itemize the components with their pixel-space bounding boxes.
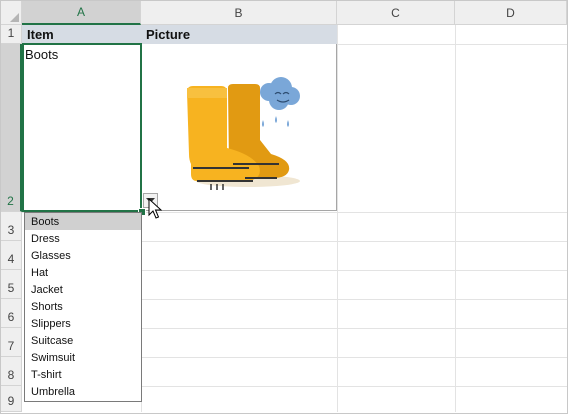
gridline-horizontal xyxy=(142,328,567,329)
cell-a1-item-header[interactable]: Item xyxy=(22,25,141,44)
dropdown-option[interactable]: Glasses xyxy=(25,247,141,264)
row-header-8[interactable]: 8 xyxy=(1,357,22,386)
dropdown-option[interactable]: Swimsuit xyxy=(25,349,141,366)
row-header-2[interactable]: 2 xyxy=(1,44,22,212)
row-header-9[interactable]: 9 xyxy=(1,386,22,412)
column-header-a[interactable]: A xyxy=(22,1,141,25)
gridline-horizontal xyxy=(142,357,567,358)
row-header-7[interactable]: 7 xyxy=(1,328,22,357)
column-header-c[interactable]: C xyxy=(337,1,455,25)
dropdown-option[interactable]: T-shirt xyxy=(25,366,141,383)
dropdown-option[interactable]: Boots xyxy=(25,213,141,230)
column-header-d[interactable]: D xyxy=(455,1,567,25)
cell-a2-value: Boots xyxy=(25,47,59,62)
cell-a2-active[interactable] xyxy=(22,43,142,212)
gridline-horizontal xyxy=(142,299,567,300)
boots-picture xyxy=(187,77,300,190)
column-header-b[interactable]: B xyxy=(141,1,337,25)
gridline-vertical xyxy=(455,25,456,412)
cell-b2-picture[interactable] xyxy=(141,44,337,211)
select-all-triangle xyxy=(10,13,19,22)
dropdown-option[interactable]: Shorts xyxy=(25,298,141,315)
row-header-4[interactable]: 4 xyxy=(1,241,22,270)
dropdown-option[interactable]: Suitcase xyxy=(25,332,141,349)
dropdown-option[interactable]: Umbrella xyxy=(25,383,141,400)
dropdown-option[interactable]: Hat xyxy=(25,264,141,281)
gridline-horizontal xyxy=(142,241,567,242)
cell-b1-picture-header[interactable]: Picture xyxy=(141,25,337,44)
data-validation-dropdown-list[interactable]: Boots Dress Glasses Hat Jacket Shorts Slippers… xyxy=(24,212,142,402)
gridline-horizontal xyxy=(142,386,567,387)
dropdown-option[interactable]: Jacket xyxy=(25,281,141,298)
dropdown-option[interactable]: Dress xyxy=(25,230,141,247)
row-header-5[interactable]: 5 xyxy=(1,270,22,299)
select-all-corner[interactable] xyxy=(1,1,22,25)
mouse-pointer-icon xyxy=(148,198,162,219)
gridline-horizontal xyxy=(337,44,567,45)
row-header-1[interactable]: 1 xyxy=(1,25,22,44)
row-header-6[interactable]: 6 xyxy=(1,299,22,328)
row-header-3[interactable]: 3 xyxy=(1,212,22,241)
gridline-vertical xyxy=(337,25,338,412)
gridline-horizontal xyxy=(142,270,567,271)
dropdown-option[interactable]: Slippers xyxy=(25,315,141,332)
